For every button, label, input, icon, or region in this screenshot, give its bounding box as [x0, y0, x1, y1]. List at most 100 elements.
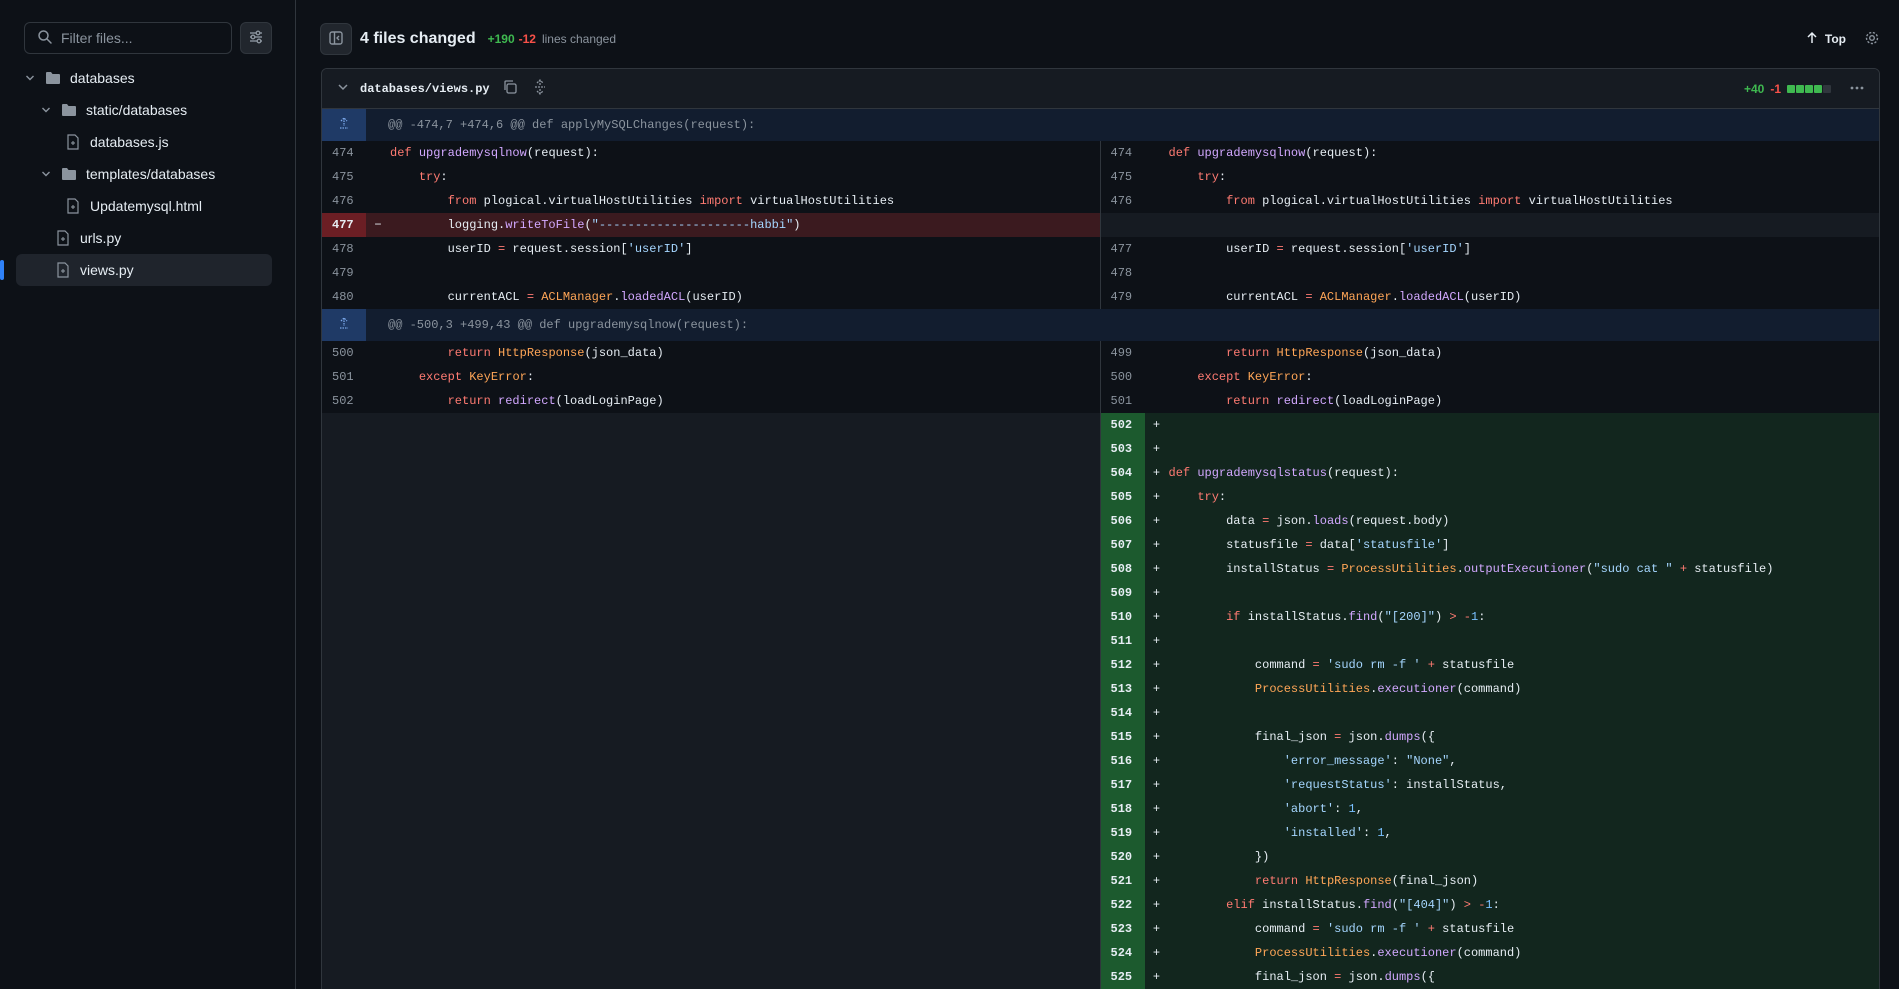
line-number[interactable]: 501	[322, 365, 366, 389]
line-number[interactable]: 516	[1100, 749, 1145, 773]
line-number[interactable]: 520	[1100, 845, 1145, 869]
line-number[interactable]: 476	[1101, 189, 1145, 213]
diff-marker: +	[1152, 802, 1161, 816]
line-number[interactable]: 524	[1100, 941, 1145, 965]
tree-item-urls-py[interactable]: urls.py	[16, 222, 272, 254]
code-line: try:	[1197, 170, 1227, 184]
line-number[interactable]: 518	[1100, 797, 1145, 821]
diff-marker: +	[1152, 778, 1161, 792]
filter-options-button[interactable]	[240, 22, 272, 54]
line-number[interactable]: 510	[1100, 605, 1145, 629]
diff-right-line: 524 + ProcessUtilities.executioner(comman…	[1100, 941, 1879, 965]
line-number[interactable]: 505	[1100, 485, 1145, 509]
line-number[interactable]: 504	[1100, 461, 1145, 485]
line-number[interactable]: 477	[322, 213, 366, 237]
line-number[interactable]: 480	[322, 285, 366, 309]
diff-marker	[366, 341, 390, 365]
top-button[interactable]: Top	[1805, 31, 1846, 48]
chevron-down-icon[interactable]	[22, 72, 38, 84]
filter-files-input[interactable]	[61, 30, 221, 46]
files-changed-title: 4 files changed	[360, 30, 476, 47]
line-number[interactable]: 511	[1100, 629, 1145, 653]
diff-marker	[1145, 165, 1169, 189]
tree-item-databases[interactable]: databases	[16, 62, 272, 94]
line-number[interactable]: 479	[1101, 285, 1145, 309]
diff-right-line: 479 currentACL = ACLManager.loadedACL(us…	[1101, 285, 1880, 309]
code-line: try:	[1197, 490, 1227, 504]
diff-left-line	[322, 437, 1101, 461]
expand-all-icon[interactable]	[532, 79, 548, 98]
line-number[interactable]: 517	[1100, 773, 1145, 797]
diff-marker	[366, 237, 390, 261]
line-number[interactable]: 502	[322, 389, 366, 413]
diff-row: 514 +	[322, 701, 1879, 725]
diff-left-line	[322, 965, 1101, 989]
tree-item-label: Updatemysql.html	[90, 198, 203, 214]
line-number[interactable]: 508	[1100, 557, 1145, 581]
line-number[interactable]: 522	[1100, 893, 1145, 917]
diff-left-line: 474 def upgrademysqlnow(request):	[322, 141, 1101, 165]
more-options-icon[interactable]	[1849, 80, 1865, 99]
line-number[interactable]: 478	[322, 237, 366, 261]
line-number[interactable]: 512	[1100, 653, 1145, 677]
line-number[interactable]: 475	[322, 165, 366, 189]
line-number[interactable]: 474	[322, 141, 366, 165]
expand-hunk-button[interactable]	[322, 109, 366, 141]
diff-marker	[366, 285, 390, 309]
line-number[interactable]: 499	[1101, 341, 1145, 365]
code-line: from plogical.virtualHostUtilities impor…	[1226, 194, 1673, 208]
line-number[interactable]: 501	[1101, 389, 1145, 413]
diff-left-line: 501 except KeyError:	[322, 365, 1101, 389]
line-number[interactable]: 479	[322, 261, 366, 285]
line-number[interactable]: 514	[1100, 701, 1145, 725]
diff-row: 503 +	[322, 437, 1879, 461]
line-number[interactable]: 478	[1101, 261, 1145, 285]
tree-item-views-py[interactable]: views.py	[0, 254, 272, 286]
chevron-down-icon[interactable]	[38, 168, 54, 180]
diff-row: 506 + data = json.loads(request.body)	[322, 509, 1879, 533]
diff-right-line: 478	[1101, 261, 1880, 285]
chevron-down-icon[interactable]	[38, 104, 54, 116]
tree-item-label: databases	[70, 70, 135, 86]
code-line: data = json.loads(request.body)	[1168, 514, 1450, 528]
diff-right-line: 514 +	[1100, 701, 1879, 725]
code-line: 'requestStatus': installStatus,	[1283, 778, 1507, 792]
filter-files-box[interactable]	[24, 22, 232, 54]
file-name: databases/views.py	[360, 81, 490, 96]
tree-item-updatemysql-html[interactable]: Updatemysql.html	[16, 190, 272, 222]
diff-right-line: 519 + 'installed': 1,	[1100, 821, 1879, 845]
line-number[interactable]: 513	[1100, 677, 1145, 701]
gear-icon[interactable]	[1864, 30, 1880, 49]
line-number[interactable]: 503	[1100, 437, 1145, 461]
line-number[interactable]: 519	[1100, 821, 1145, 845]
app-root: databases static/databases databases.js tem…	[0, 0, 1899, 989]
diff-right-line: 512 + command = 'sudo rm -f ' + statusfil…	[1100, 653, 1879, 677]
chevron-down-icon[interactable]	[336, 80, 350, 97]
line-number[interactable]: 474	[1101, 141, 1145, 165]
line-number[interactable]: 500	[1101, 365, 1145, 389]
code-line: except KeyError:	[418, 370, 535, 384]
tree-item-static-databases[interactable]: static/databases	[16, 94, 272, 126]
line-number[interactable]: 475	[1101, 165, 1145, 189]
line-number[interactable]: 476	[322, 189, 366, 213]
line-number[interactable]: 515	[1100, 725, 1145, 749]
code-line: userID = request.session['userID']	[390, 242, 693, 256]
line-number[interactable]: 500	[322, 341, 366, 365]
copy-icon[interactable]	[502, 79, 518, 98]
line-number[interactable]: 521	[1100, 869, 1145, 893]
line-number[interactable]: 477	[1101, 237, 1145, 261]
tree-item-databases-js[interactable]: databases.js	[16, 126, 272, 158]
total-additions: +190	[487, 32, 515, 46]
line-number[interactable]: 502	[1100, 413, 1145, 437]
line-number[interactable]: 509	[1100, 581, 1145, 605]
diff-marker: +	[1152, 418, 1161, 432]
expand-hunk-button[interactable]	[322, 309, 366, 341]
line-number[interactable]: 506	[1100, 509, 1145, 533]
tree-item-templates-databases[interactable]: templates/databases	[16, 158, 272, 190]
line-number[interactable]: 525	[1100, 965, 1145, 989]
toggle-sidebar-button[interactable]	[320, 23, 352, 55]
diff-row: 522 + elif installStatus.find("[404]") > …	[322, 893, 1879, 917]
line-number[interactable]: 507	[1100, 533, 1145, 557]
hunk-header-text: @@ -474,7 +474,6 @@ def applyMySQLChange…	[388, 118, 756, 132]
line-number[interactable]: 523	[1100, 917, 1145, 941]
